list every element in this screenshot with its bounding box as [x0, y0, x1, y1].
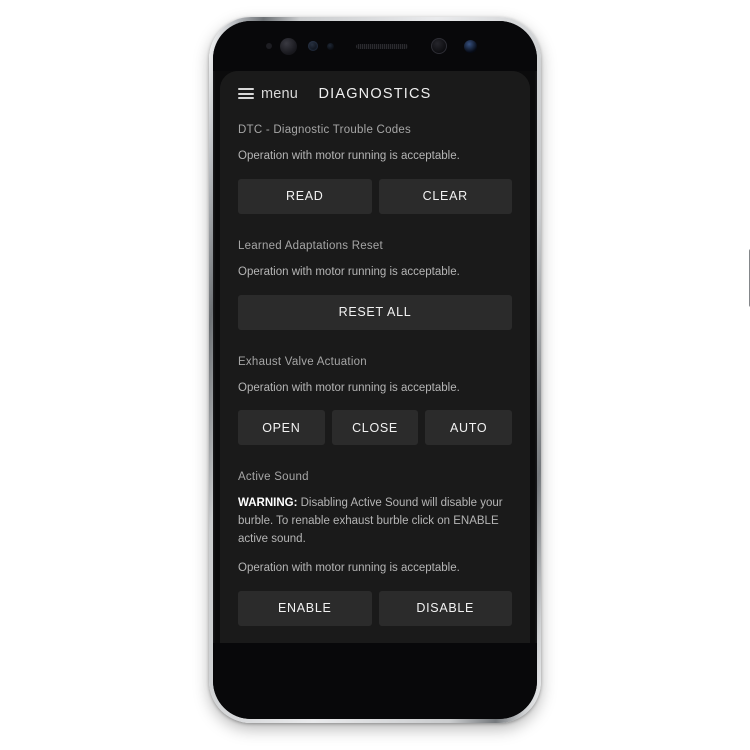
reset-all-button[interactable]: RESET ALL: [238, 294, 512, 330]
button-row: OPEN CLOSE AUTO: [238, 410, 513, 446]
warning-label: WARNING:: [238, 497, 298, 510]
section-title: DTC - Diagnostic Trouble Codes: [238, 124, 412, 136]
enable-button[interactable]: ENABLE: [238, 590, 372, 626]
button-row: READ CLEAR: [238, 178, 512, 214]
front-camera-icon: [464, 39, 477, 53]
section-active-sound: Active Sound WARNING: Disabling Active S…: [238, 471, 512, 651]
top-bezel: [213, 21, 537, 71]
auto-button[interactable]: AUTO: [425, 410, 513, 446]
clear-button[interactable]: CLEAR: [378, 178, 512, 214]
sensor-row: [246, 36, 504, 56]
phone-body: menu DIAGNOSTICS DTC - Diagnostic Troubl…: [213, 21, 537, 719]
disable-button[interactable]: DISABLE: [378, 590, 512, 626]
button-row: ENABLE DISABLE: [238, 590, 512, 626]
hamburger-icon: [238, 88, 254, 99]
iris-camera-icon: [431, 38, 447, 54]
app-screen: menu DIAGNOSTICS DTC - Diagnostic Troubl…: [220, 71, 530, 651]
section-title: Learned Adaptations Reset: [238, 239, 383, 252]
read-button[interactable]: READ: [238, 178, 372, 214]
section-note: Operation with motor running is acceptab…: [238, 150, 460, 162]
section-note: Operation with motor running is acceptab…: [238, 381, 460, 394]
menu-button[interactable]: menu: [238, 86, 298, 102]
section-warning-note: WARNING: Disabling Active Sound will dis…: [238, 495, 512, 548]
phone-frame: menu DIAGNOSTICS DTC - Diagnostic Troubl…: [209, 17, 750, 723]
proximity-sensor-icon: [280, 37, 297, 55]
app-header: menu DIAGNOSTICS: [220, 71, 530, 116]
earpiece-speaker-icon: [356, 43, 408, 49]
section-learned-adaptations: Learned Adaptations Reset Operation with…: [238, 240, 512, 356]
section-note: Operation with motor running is acceptab…: [238, 561, 460, 574]
button-row: RESET ALL: [238, 294, 512, 330]
app-content: DTC - Diagnostic Trouble Codes Operation…: [220, 116, 530, 651]
close-button[interactable]: CLOSE: [331, 410, 419, 446]
section-title: Exhaust Valve Actuation: [238, 355, 367, 368]
section-title: Active Sound: [238, 471, 309, 484]
infrared-sensor-icon: [266, 43, 272, 49]
section-exhaust-valve: Exhaust Valve Actuation Operation with m…: [238, 355, 513, 472]
menu-button-label: menu: [261, 85, 299, 102]
iris-scanner-icon: [308, 41, 318, 51]
led-indicator-icon: [327, 42, 334, 50]
bottom-bezel: [213, 643, 537, 719]
section-dtc: DTC - Diagnostic Trouble Codes Operation…: [238, 124, 512, 240]
open-button[interactable]: OPEN: [238, 410, 325, 446]
section-note: Operation with motor running is acceptab…: [238, 265, 460, 278]
